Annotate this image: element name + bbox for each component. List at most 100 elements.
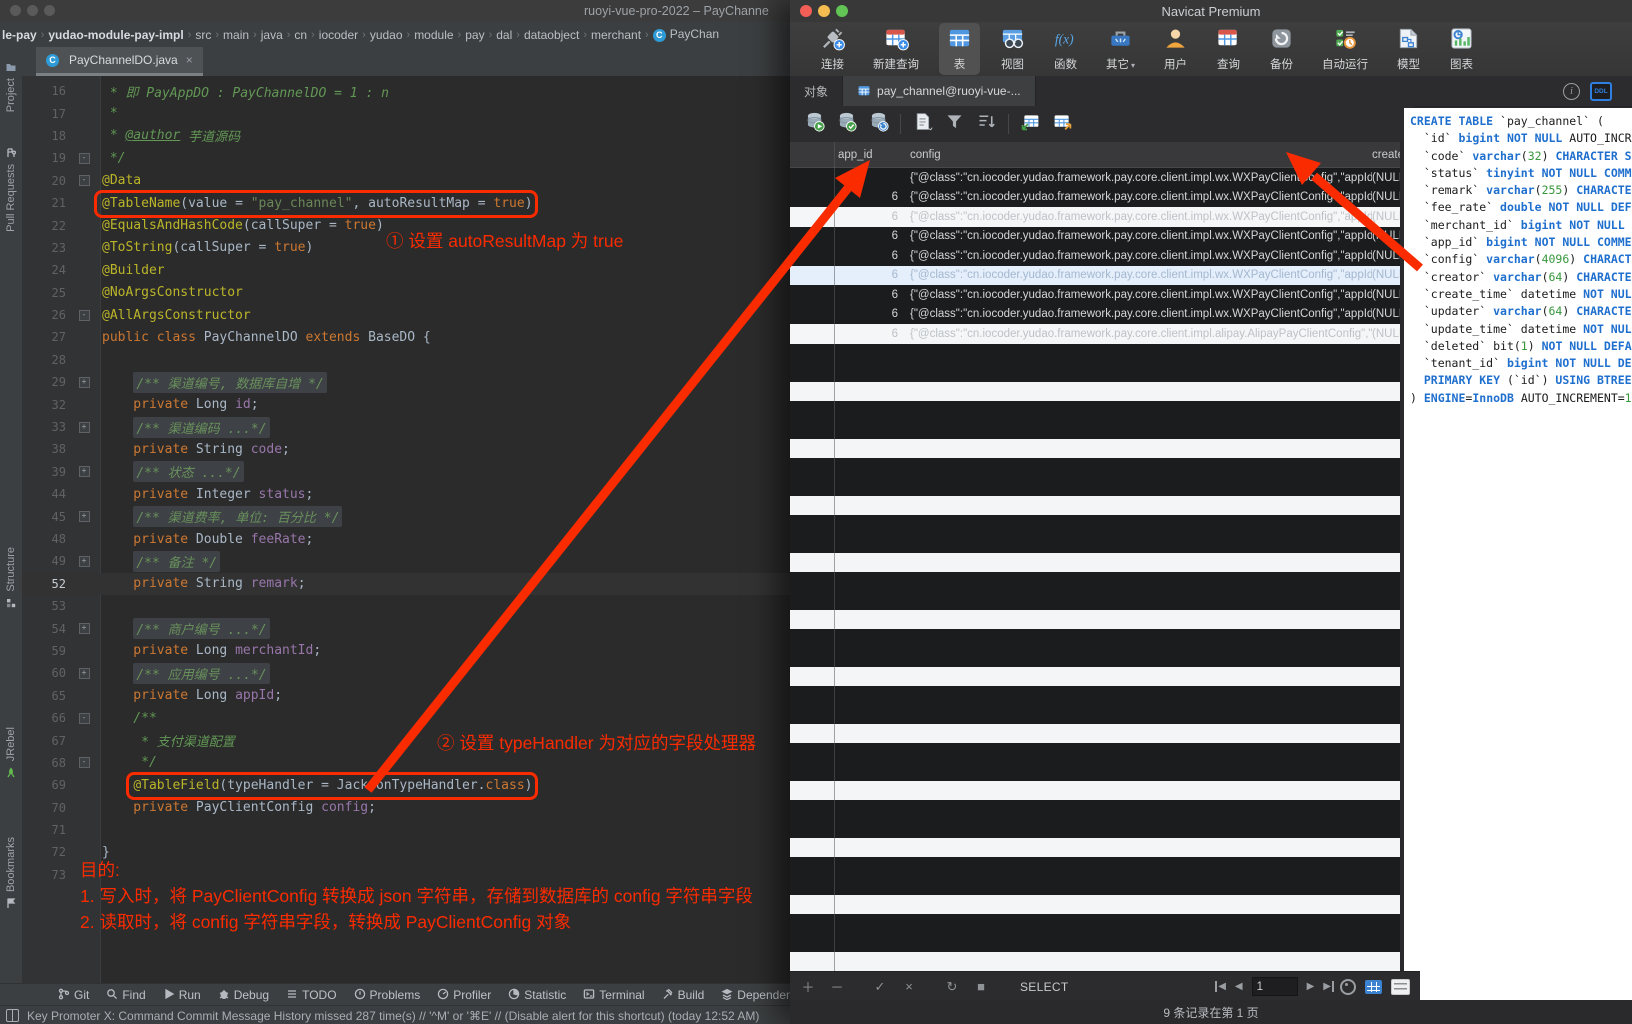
tool-strip-jrebel[interactable]: JRebel: [0, 727, 22, 778]
breadcrumb-item[interactable]: main: [223, 28, 249, 42]
code-line-45[interactable]: 45+ /** 渠道费率, 单位: 百分比 */: [22, 505, 790, 527]
code-line-28[interactable]: 28: [22, 349, 790, 371]
first-page-button[interactable]: ◀: [1218, 981, 1226, 992]
code-line-49[interactable]: 49+ /** 备注 */: [22, 550, 790, 572]
breadcrumb-item[interactable]: merchant: [591, 28, 641, 42]
expand-fold-icon[interactable]: +: [79, 556, 90, 567]
code-line-60[interactable]: 60+ /** 应用编号 ...*/: [22, 662, 790, 684]
navicat-titlebar[interactable]: Navicat Premium: [790, 0, 1632, 23]
table-row[interactable]: {"@class":"cn.iocoder.yudao.framework.pa…: [790, 168, 1400, 188]
code-line-69[interactable]: 69 @TableField(typeHandler = JacksonType…: [22, 774, 790, 796]
fold-gutter[interactable]: +: [66, 511, 102, 522]
navicat-tool-other[interactable]: 其它▾: [1098, 23, 1143, 75]
code-line-44[interactable]: 44 private Integer status;: [22, 483, 790, 505]
db-run-icon[interactable]: [804, 111, 825, 137]
toolwindow-problems[interactable]: Problems: [354, 988, 421, 1003]
close-window-icon[interactable]: [10, 5, 21, 16]
zoom-window-icon[interactable]: [44, 5, 55, 16]
layout-icon[interactable]: [6, 1009, 19, 1022]
navicat-tool-view[interactable]: 视图: [992, 23, 1033, 75]
breadcrumb-item[interactable]: module: [414, 28, 453, 42]
expand-fold-icon[interactable]: +: [79, 623, 90, 634]
toolwindow-profiler[interactable]: Profiler: [437, 988, 491, 1003]
sort-icon[interactable]: [976, 111, 997, 137]
toolwindow-run[interactable]: Run: [163, 988, 201, 1003]
tab-paychanneldo[interactable]: C PayChannelDO.java ×: [36, 47, 203, 76]
code-line-33[interactable]: 33+ /** 渠道编码 ...*/: [22, 416, 790, 438]
navicat-tool-backup[interactable]: 备份: [1261, 23, 1302, 75]
code-line-27[interactable]: 27public class PayChannelDO extends Base…: [22, 326, 790, 348]
table-row[interactable]: 6{"@class":"cn.iocoder.yudao.framework.p…: [790, 305, 1400, 325]
breadcrumb-item[interactable]: cn: [294, 28, 307, 42]
toolwindow-terminal[interactable]: Terminal: [583, 988, 644, 1003]
collapse-fold-icon[interactable]: -: [79, 713, 90, 724]
navicat-tool-newquery[interactable]: 新建查询: [865, 23, 927, 75]
expand-fold-icon[interactable]: +: [79, 466, 90, 477]
fold-gutter[interactable]: -: [66, 310, 102, 321]
code-line-53[interactable]: 53: [22, 595, 790, 617]
collapse-fold-icon[interactable]: -: [79, 310, 90, 321]
code-line-59[interactable]: 59 private Long merchantId;: [22, 640, 790, 662]
navicat-tool-connect[interactable]: 连接: [812, 23, 853, 75]
expand-fold-icon[interactable]: +: [79, 377, 90, 388]
code-line-26[interactable]: 26-@AllArgsConstructor: [22, 304, 790, 326]
collapse-fold-icon[interactable]: -: [79, 153, 90, 164]
code-line-25[interactable]: 25@NoArgsConstructor: [22, 282, 790, 304]
column-config[interactable]: config: [904, 149, 1372, 161]
navicat-tool-table[interactable]: 表: [939, 23, 980, 75]
table-row[interactable]: 6{"@class":"cn.iocoder.yudao.framework.p…: [790, 285, 1400, 305]
fold-gutter[interactable]: +: [66, 556, 102, 567]
code-line-18[interactable]: 18 * @author 芋道源码: [22, 125, 790, 147]
code-line-71[interactable]: 71: [22, 819, 790, 841]
navicat-tool-chart[interactable]: 图表: [1441, 23, 1482, 75]
add-record-button[interactable]: ＋: [800, 977, 816, 996]
import-icon[interactable]: [1020, 111, 1041, 137]
tool-strip-structure[interactable]: Structure: [0, 547, 22, 609]
toolwindow-find[interactable]: Find: [106, 988, 145, 1003]
navicat-tool-func[interactable]: f(x)函数: [1045, 23, 1086, 75]
tool-strip-pull-requests[interactable]: Pull Requests: [0, 147, 22, 232]
text-view-icon[interactable]: [912, 111, 933, 137]
expand-fold-icon[interactable]: +: [79, 668, 90, 679]
navicat-tool-user[interactable]: 用户: [1155, 23, 1196, 75]
code-line-19[interactable]: 19- */: [22, 147, 790, 169]
data-grid[interactable]: app_idconfigcreate_time {"@class":"cn.ioc…: [790, 142, 1400, 971]
delete-record-button[interactable]: －: [829, 977, 845, 996]
toolwindow-statistic[interactable]: Statistic: [508, 988, 566, 1003]
code-line-70[interactable]: 70 private PayClientConfig config;: [22, 797, 790, 819]
toolwindow-todo[interactable]: TODO: [286, 988, 336, 1003]
column-create-time[interactable]: create_time: [1372, 149, 1400, 161]
navicat-tool-model[interactable]: 模型: [1388, 23, 1429, 75]
settings-gear-icon[interactable]: [1340, 979, 1356, 995]
breadcrumb-item[interactable]: iocoder: [319, 28, 358, 42]
last-page-button[interactable]: ▶: [1323, 981, 1331, 992]
code-line-20[interactable]: 20-@Data: [22, 170, 790, 192]
prev-page-button[interactable]: ◀: [1235, 981, 1243, 992]
db-sync-icon[interactable]: [868, 111, 889, 137]
code-line-17[interactable]: 17 *: [22, 102, 790, 124]
stop-button[interactable]: ■: [973, 979, 989, 994]
breadcrumb[interactable]: le-pay›yudao-module-pay-impl›src›main›ja…: [0, 22, 792, 48]
collapse-fold-icon[interactable]: -: [79, 757, 90, 768]
breadcrumb-item[interactable]: dal: [496, 28, 512, 42]
column-app-id[interactable]: app_id: [834, 149, 904, 161]
code-line-32[interactable]: 32 private Long id;: [22, 393, 790, 415]
table-row[interactable]: 6{"@class":"cn.iocoder.yudao.framework.p…: [790, 266, 1400, 286]
minimize-window-icon[interactable]: [27, 5, 38, 16]
page-input[interactable]: 1: [1252, 977, 1298, 996]
expand-fold-icon[interactable]: +: [79, 511, 90, 522]
discard-button[interactable]: ×: [901, 979, 917, 994]
tool-strip-project[interactable]: Project: [0, 61, 22, 112]
intellij-titlebar[interactable]: ruoyi-vue-pro-2022 – PayChanne: [0, 0, 790, 23]
table-row[interactable]: 6{"@class":"cn.iocoder.yudao.framework.p…: [790, 246, 1400, 266]
breadcrumb-item[interactable]: CPayChan: [653, 27, 719, 42]
code-line-39[interactable]: 39+ /** 状态 ...*/: [22, 461, 790, 483]
code-editor[interactable]: 16 * 即 PayAppDO : PayChannelDO = 1 : n17…: [22, 76, 790, 983]
grid-view-button[interactable]: [1365, 980, 1382, 994]
code-line-29[interactable]: 29+ /** 渠道编号, 数据库自增 */: [22, 371, 790, 393]
info-icon[interactable]: i: [1563, 83, 1580, 100]
fold-gutter[interactable]: +: [66, 422, 102, 433]
breadcrumb-item[interactable]: dataobject: [524, 28, 579, 42]
fold-gutter[interactable]: +: [66, 466, 102, 477]
code-line-52[interactable]: 52 private String remark;: [22, 573, 790, 595]
